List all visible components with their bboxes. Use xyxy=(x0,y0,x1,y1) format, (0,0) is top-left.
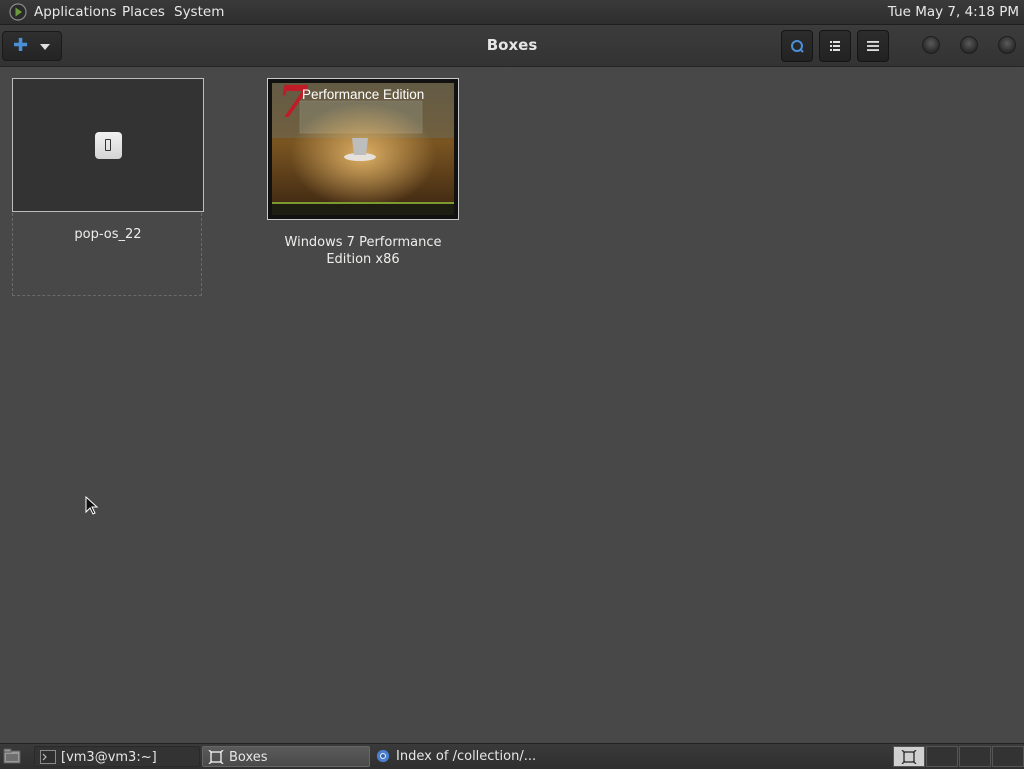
box-name: Windows 7 Performance Edition x86 xyxy=(267,234,459,268)
new-box-button[interactable]: ✚ xyxy=(2,31,62,61)
list-view-icon xyxy=(830,41,840,51)
search-button[interactable] xyxy=(781,30,813,62)
list-view-button[interactable] xyxy=(819,30,851,62)
system-menu[interactable]: System xyxy=(174,0,224,24)
boxes-icon xyxy=(208,750,224,764)
places-menu[interactable]: Places xyxy=(122,0,165,24)
plus-icon: ✚ xyxy=(13,35,29,56)
taskbar-label: [vm3@vm3:~] xyxy=(61,750,157,765)
box-name-line2: Edition x86 xyxy=(326,252,400,267)
box-tile-windows7[interactable]: 7 Performance Edition xyxy=(267,78,459,220)
taskbar-item-boxes[interactable]: Boxes xyxy=(202,746,370,767)
show-desktop-icon[interactable] xyxy=(3,748,21,764)
taskbar-label: Index of /collection/... xyxy=(396,749,537,764)
hamburger-menu-icon xyxy=(867,41,879,51)
maximize-button[interactable] xyxy=(960,36,978,54)
boxes-icon xyxy=(901,750,917,764)
minimize-button[interactable] xyxy=(922,36,940,54)
win7-title: Performance Edition xyxy=(302,87,425,102)
workspace-4[interactable] xyxy=(992,746,1024,767)
box-thumbnail[interactable] xyxy=(12,78,204,212)
header-bar: Boxes ✚ xyxy=(0,25,1024,67)
mouse-pointer-icon xyxy=(85,496,99,515)
bottom-panel: [vm3@vm3:~] Boxes Index of /collection/.… xyxy=(0,743,1024,769)
gnome-foot-icon[interactable] xyxy=(9,3,27,21)
box-thumbnail[interactable]: 7 Performance Edition xyxy=(272,83,454,215)
box-tile-pop-os[interactable]: pop-os_22 xyxy=(12,78,204,296)
box-name-line1: Windows 7 Performance xyxy=(284,235,442,250)
workspace-3[interactable] xyxy=(959,746,991,767)
taskbar-label: Boxes xyxy=(229,750,268,765)
browser-icon xyxy=(376,749,390,763)
app-menu-button[interactable] xyxy=(857,30,889,62)
box-name: pop-os_22 xyxy=(74,227,142,242)
taskbar-item-browser[interactable]: Index of /collection/... xyxy=(370,746,560,767)
chevron-down-icon xyxy=(40,44,50,50)
workspace-2[interactable] xyxy=(926,746,958,767)
terminal-icon xyxy=(40,750,56,764)
search-icon xyxy=(791,40,804,53)
clock[interactable]: Tue May 7, 4:18 PM xyxy=(888,0,1019,24)
close-button[interactable] xyxy=(998,36,1016,54)
applications-menu[interactable]: Applications xyxy=(34,0,116,24)
top-panel: Applications Places System Tue May 7, 4:… xyxy=(0,0,1024,25)
taskbar-item-terminal[interactable]: [vm3@vm3:~] xyxy=(34,746,200,767)
device-icon xyxy=(95,132,122,159)
workspace-1[interactable] xyxy=(893,746,925,767)
